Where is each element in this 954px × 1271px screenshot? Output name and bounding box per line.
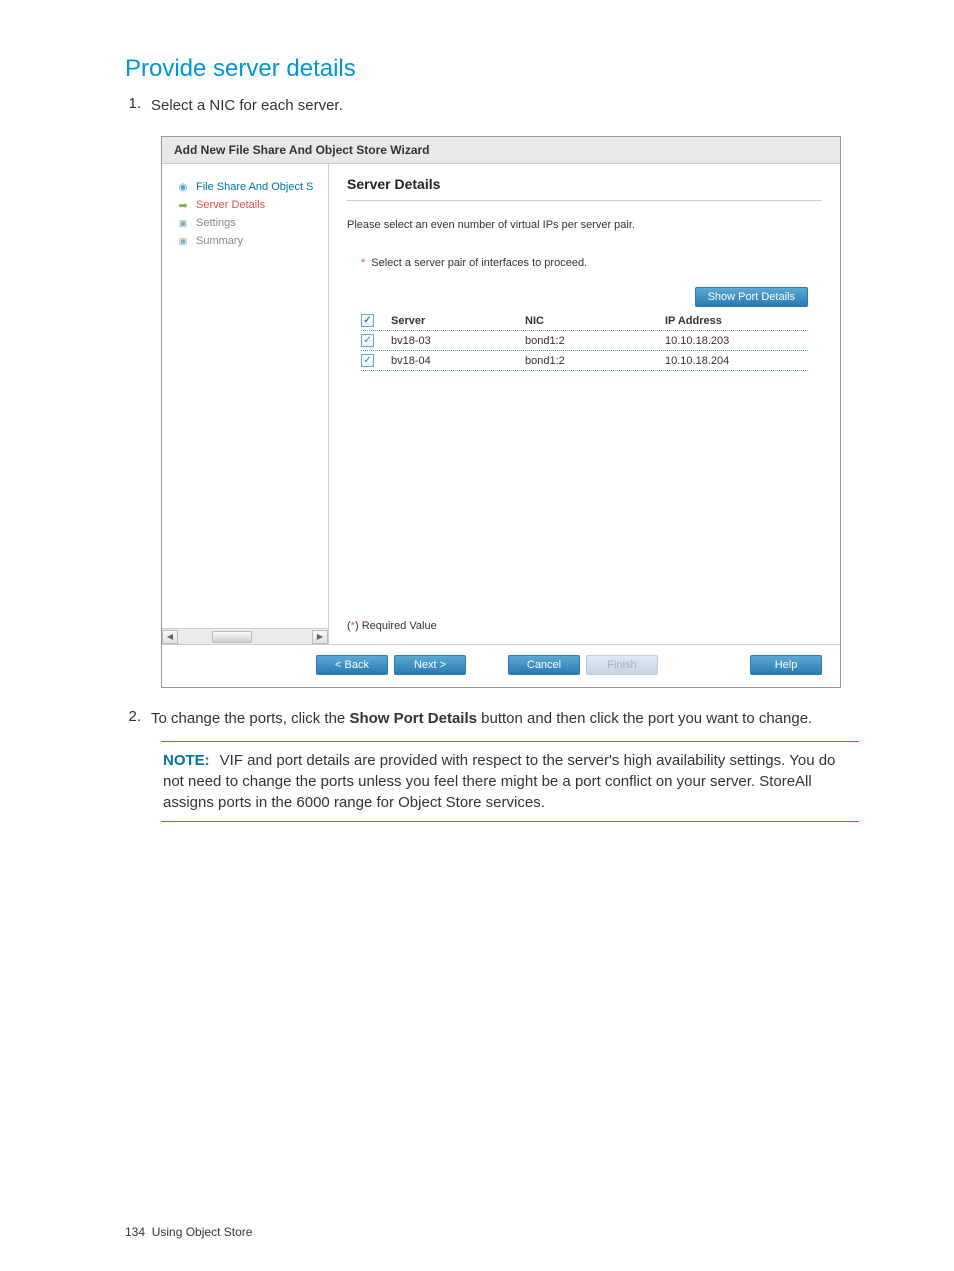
table-row[interactable]: ✓ bv18-03 bond1:2 10.10.18.203 (361, 331, 808, 351)
step2-bold: Show Port Details (349, 710, 477, 727)
sidebar-item-server-details[interactable]: ➡ Server Details (162, 196, 328, 214)
radio-icon: ◉ (178, 182, 188, 192)
help-button[interactable]: Help (750, 655, 822, 675)
scroll-thumb[interactable] (212, 631, 252, 643)
wizard-title: Add New File Share And Object Store Wiza… (162, 137, 840, 164)
note-text: VIF and port details are provided with r… (163, 752, 835, 811)
server-table: ✓ Server NIC IP Address ✓ bv18-03 bond1:… (361, 311, 808, 371)
cell-nic: bond1:2 (525, 335, 665, 347)
scroll-left-icon[interactable]: ◀ (162, 630, 178, 644)
cell-ip: 10.10.18.203 (665, 335, 808, 347)
square-icon: ▣ (178, 218, 188, 228)
back-button[interactable]: < Back (316, 655, 388, 675)
cell-server: bv18-04 (385, 355, 525, 367)
row-checkbox[interactable]: ✓ (361, 334, 374, 347)
sidebar-item-file-share[interactable]: ◉ File Share And Object S (162, 178, 328, 196)
show-port-details-button[interactable]: Show Port Details (695, 287, 808, 307)
table-row[interactable]: ✓ bv18-04 bond1:2 10.10.18.204 (361, 351, 808, 371)
page-footer: 134 Using Object Store (125, 1225, 252, 1239)
step-number: 2. (125, 708, 151, 729)
page-number: 134 (125, 1225, 145, 1239)
wizard-window: Add New File Share And Object Store Wiza… (161, 136, 841, 688)
sidebar-item-label: Settings (196, 217, 236, 229)
main-description: Please select an even number of virtual … (347, 219, 822, 231)
sidebar-item-label: Server Details (196, 199, 265, 211)
cell-server: bv18-03 (385, 335, 525, 347)
page-footer-text: Using Object Store (152, 1225, 253, 1239)
col-server-header: Server (385, 315, 525, 327)
required-row: * Select a server pair of interfaces to … (347, 257, 822, 269)
wizard-footer: < Back Next > Cancel Finish Help (162, 644, 840, 687)
note-block: NOTE:VIF and port details are provided w… (161, 741, 859, 822)
sidebar-item-label: Summary (196, 235, 243, 247)
select-all-checkbox[interactable]: ✓ (361, 314, 374, 327)
arrow-icon: ➡ (178, 200, 188, 210)
instruction-1: 1. Select a NIC for each server. (125, 95, 859, 116)
cell-ip: 10.10.18.204 (665, 355, 808, 367)
table-header: ✓ Server NIC IP Address (361, 311, 808, 331)
step-text: Select a NIC for each server. (151, 95, 859, 116)
sidebar-item-summary[interactable]: ▣ Summary (162, 232, 328, 250)
cancel-button[interactable]: Cancel (508, 655, 580, 675)
step2-post: button and then click the port you want … (477, 710, 812, 727)
required-star-icon: * (361, 257, 365, 269)
wizard-sidebar: ◉ File Share And Object S ➡ Server Detai… (162, 164, 329, 644)
step2-pre: To change the ports, click the (151, 710, 349, 727)
col-ip-header: IP Address (665, 315, 808, 327)
sidebar-scrollbar[interactable]: ◀ ▶ (162, 628, 328, 644)
required-note: (*) Required Value (347, 620, 437, 632)
scroll-right-icon[interactable]: ▶ (312, 630, 328, 644)
step-number: 1. (125, 95, 151, 116)
required-note-text: Required Value (362, 620, 437, 632)
sidebar-item-label: File Share And Object S (196, 181, 313, 193)
note-label: NOTE: (163, 752, 210, 769)
square-icon: ▣ (178, 236, 188, 246)
sidebar-item-settings[interactable]: ▣ Settings (162, 214, 328, 232)
main-heading: Server Details (347, 176, 822, 201)
instruction-2: 2. To change the ports, click the Show P… (125, 708, 859, 729)
finish-button: Finish (586, 655, 658, 675)
cell-nic: bond1:2 (525, 355, 665, 367)
col-nic-header: NIC (525, 315, 665, 327)
next-button[interactable]: Next > (394, 655, 466, 675)
wizard-main: Server Details Please select an even num… (329, 164, 840, 644)
scroll-track[interactable] (178, 630, 312, 644)
star-icon: * (351, 620, 355, 632)
step-text: To change the ports, click the Show Port… (151, 708, 859, 729)
row-checkbox[interactable]: ✓ (361, 354, 374, 367)
section-title: Provide server details (125, 55, 859, 83)
required-text: Select a server pair of interfaces to pr… (371, 257, 587, 269)
